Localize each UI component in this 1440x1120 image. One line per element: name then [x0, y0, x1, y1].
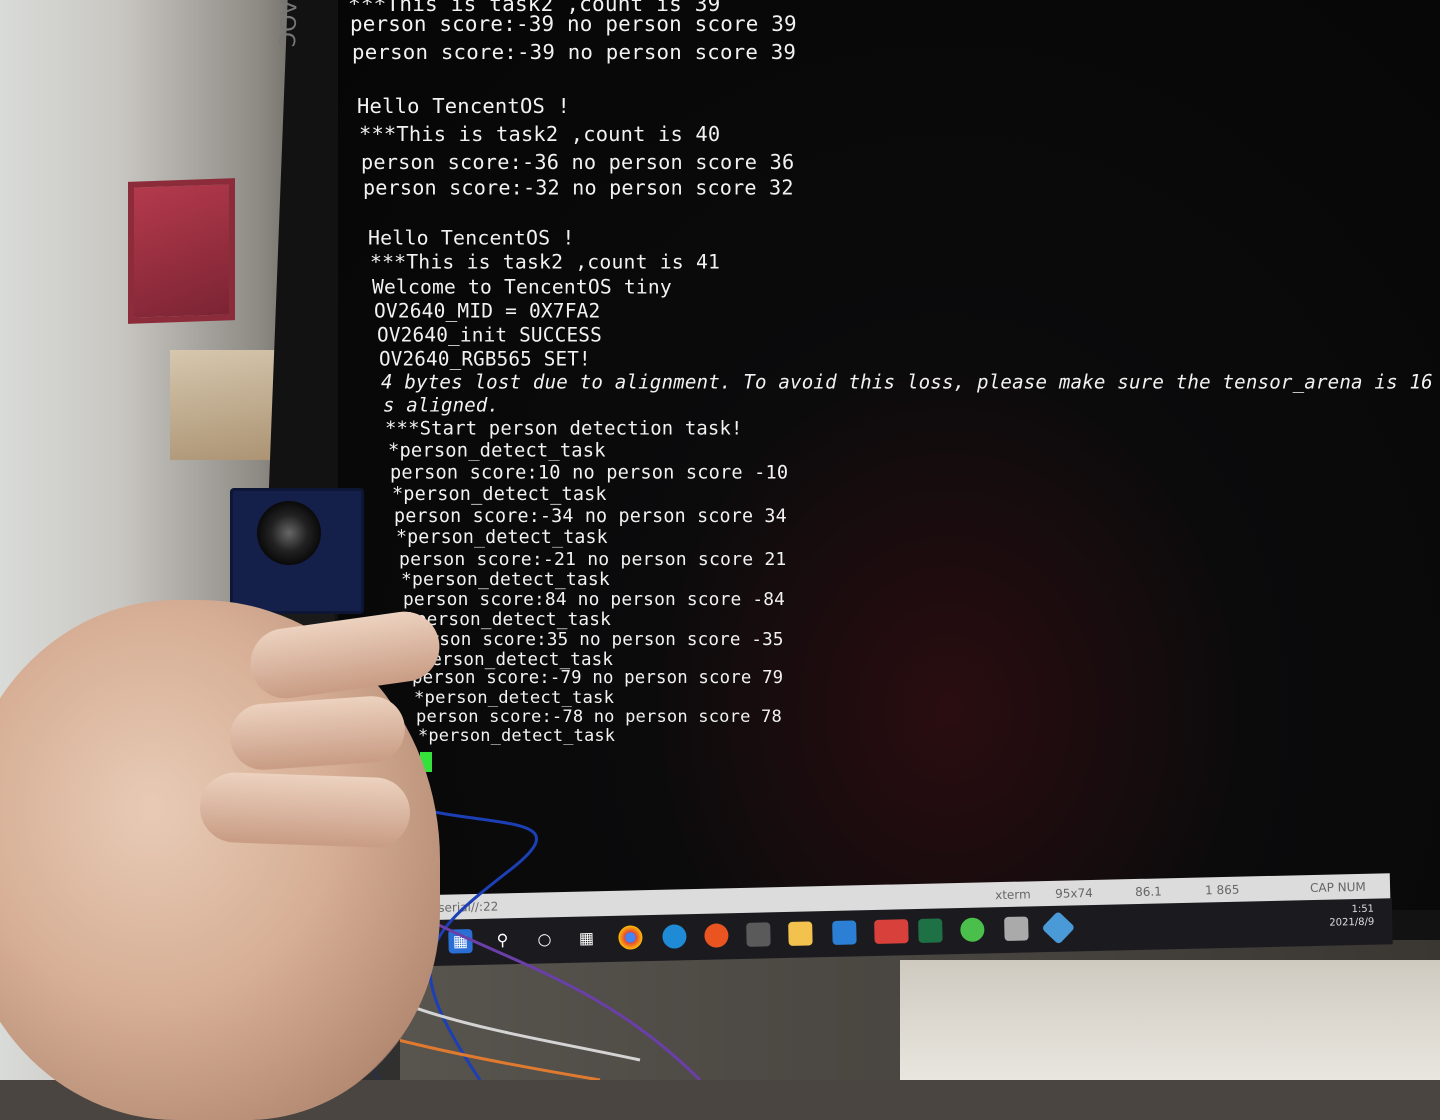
terminal-line: Hello TencentOS !: [356, 94, 570, 118]
terminal-line: OV2640_MID = 0X7FA2: [374, 299, 601, 323]
finger-middle: [227, 693, 408, 773]
monitor-brand-label: AOC: [272, 0, 300, 48]
terminal-line: *person_detect_task: [418, 725, 616, 745]
terminal-line: ***This is task2 ,count is 40: [359, 122, 721, 146]
terminal-line: s aligned.: [383, 394, 500, 416]
terminal-line: person score:-34 no person score 34: [394, 505, 788, 527]
store-icon[interactable]: [746, 922, 771, 947]
cursor-position: 1 865: [1204, 882, 1240, 898]
terminal-line: *person_detect_task: [414, 687, 615, 707]
terminal-line: person score:-21 no person score 21: [398, 548, 787, 570]
wall-picture-frame: [128, 178, 235, 324]
notes-icon[interactable]: [1004, 916, 1029, 942]
terminal-line: *person_detect_task: [392, 483, 607, 505]
terminal-line: person score:10 no person score -10: [389, 461, 789, 483]
terminal-size: 95x74: [1054, 885, 1093, 901]
wechat-icon[interactable]: [960, 917, 985, 943]
terminal-line: 4 bytes lost due to alignment. To avoid …: [381, 371, 1440, 393]
terminal-line: person score:-39 no person score 39: [350, 12, 798, 36]
caps-num-indicator: CAP NUM: [1309, 879, 1366, 896]
tray-clock[interactable]: 1:51 2021/8/9: [1329, 903, 1375, 930]
terminal-line: Hello TencentOS !: [367, 226, 575, 250]
terminal-line: person score:-32 no person score 32: [363, 176, 795, 200]
terminal-line: person score:-36 no person score 36: [361, 150, 795, 174]
terminal-line: person score:-79 no person score 79: [411, 667, 784, 687]
terminal-line: *person_detect_task: [387, 439, 606, 461]
vscode-icon[interactable]: [832, 920, 857, 945]
terminal-line: ***Start person detection task!: [385, 417, 743, 439]
terminal-line: person score:84 no person score -84: [403, 588, 786, 610]
tray-time: 1:51: [1351, 903, 1375, 916]
terminal-line: *person_detect_task: [396, 526, 609, 548]
file-explorer-icon[interactable]: [788, 921, 813, 946]
finger-ring: [198, 771, 412, 849]
terminal-line: person score:-39 no person score 39: [352, 40, 797, 64]
camera-module: [230, 488, 364, 614]
terminal-line: *person_detect_task: [405, 608, 612, 630]
encoding-indicator: 86.1: [1134, 884, 1162, 900]
terminal-line: ***This is task2 ,count is 41: [370, 250, 721, 274]
app-red-icon[interactable]: [874, 919, 909, 944]
terminal-line: Welcome to TencentOS tiny: [372, 275, 673, 299]
terminal-line: person score:-78 no person score 78: [416, 706, 783, 726]
desk-surface: [900, 960, 1440, 1080]
terminal-line: *person_detect_task: [400, 568, 610, 590]
app-name: xterm: [994, 887, 1031, 903]
terminal-line: person score:35 no person score -35: [407, 629, 785, 650]
camera-lens: [257, 501, 321, 565]
tray-date: 2021/8/9: [1329, 916, 1375, 929]
excel-icon[interactable]: [918, 918, 943, 943]
git-icon[interactable]: [1041, 910, 1076, 945]
terminal-line: OV2640_RGB565 SET!: [378, 348, 591, 371]
terminal-line: OV2640_init SUCCESS: [376, 323, 602, 347]
